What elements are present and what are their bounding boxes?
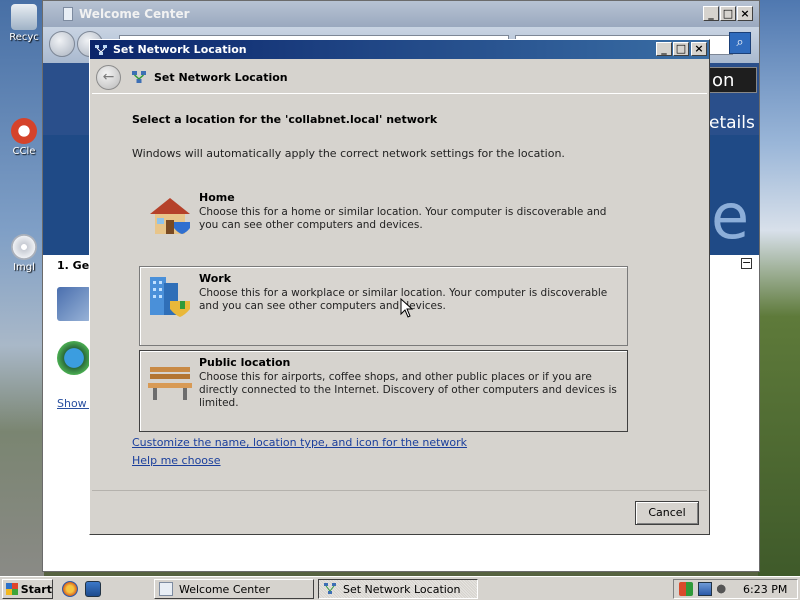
desktop-icon-imgburn[interactable]: Imgl — [4, 234, 44, 273]
set-network-location-dialog: Set Network Location _ □ × ← Set Network… — [89, 39, 710, 535]
taskbar-item-set-network-location[interactable]: Set Network Location — [318, 579, 478, 599]
option-public-title: Public location — [199, 356, 291, 369]
dialog-heading: Select a location for the 'collabnet.loc… — [132, 113, 438, 126]
dialog-description: Windows will automatically apply the cor… — [132, 147, 565, 160]
windows-e-graphic: e — [711, 180, 750, 253]
taskbar-item-label: Welcome Center — [179, 582, 270, 596]
dialog-header: ← Set Network Location — [92, 61, 707, 93]
house-icon — [150, 198, 190, 234]
park-bench-icon — [148, 367, 192, 400]
dialog-close-button[interactable]: × — [691, 42, 707, 56]
windows-logo-icon — [6, 583, 18, 595]
option-public-description: Choose this for airports, coffee shops, … — [199, 371, 617, 409]
start-button[interactable]: Start — [2, 579, 53, 599]
start-label: Start — [20, 582, 52, 596]
office-building-icon — [150, 277, 190, 317]
network-icon — [132, 71, 146, 83]
window-icon — [63, 7, 73, 21]
network-tray-icon[interactable] — [698, 582, 712, 596]
dialog-back-button[interactable]: ← — [96, 64, 121, 90]
desktop-icon-label: Recyc — [9, 32, 39, 43]
dialog-titlebar[interactable]: Set Network Location — [90, 40, 709, 59]
taskbar-item-welcome-center[interactable]: Welcome Center — [154, 579, 314, 599]
help-me-choose-link[interactable]: Help me choose — [132, 454, 221, 467]
clock: 6:23 PM — [743, 582, 788, 596]
search-icon[interactable]: ⌕ — [729, 32, 751, 54]
details-link[interactable]: etails — [709, 113, 755, 133]
show-desktop-icon[interactable] — [85, 581, 101, 597]
dialog-header-title: Set Network Location — [154, 70, 288, 84]
option-work[interactable]: Work Choose this for a workplace or simi… — [139, 266, 628, 346]
computer-icon — [57, 287, 91, 321]
dialog-minimize-button[interactable]: _ — [656, 42, 672, 56]
globe-arrow-icon — [57, 341, 91, 375]
option-public-location[interactable]: Public location Choose this for airports… — [139, 350, 628, 432]
desktop-icon-label: Imgl — [13, 262, 35, 273]
banner-button[interactable]: on — [707, 67, 757, 93]
taskbar: Start Welcome Center Set Network Locatio… — [0, 576, 800, 600]
collapse-icon[interactable]: − — [741, 257, 752, 269]
cancel-button[interactable]: Cancel — [635, 501, 699, 525]
mouse-cursor-icon — [400, 298, 414, 318]
back-button[interactable] — [49, 31, 75, 57]
dialog-content: Select a location for the 'collabnet.loc… — [92, 93, 707, 491]
option-home[interactable]: Home Choose this for a home or similar l… — [139, 185, 628, 247]
network-icon — [95, 44, 107, 55]
maximize-button[interactable]: □ — [720, 6, 736, 21]
option-home-description: Choose this for a home or similar locati… — [199, 206, 607, 231]
disc-icon — [11, 234, 37, 260]
close-button[interactable]: × — [737, 6, 753, 21]
recycle-bin-icon — [11, 4, 37, 30]
network-icon — [324, 583, 336, 594]
welcome-center-title: Welcome Center — [79, 7, 190, 21]
dialog-title: Set Network Location — [113, 43, 247, 56]
taskbar-item-label: Set Network Location — [343, 582, 461, 596]
desktop-icon-ccleaner[interactable]: CCle — [4, 118, 44, 157]
dialog-maximize-button[interactable]: □ — [673, 42, 689, 56]
option-work-title: Work — [199, 272, 232, 285]
firefox-icon[interactable] — [62, 581, 78, 597]
volume-icon[interactable] — [717, 582, 731, 596]
desktop-wallpaper-right — [758, 0, 800, 576]
desktop-icon-label: CCle — [12, 146, 36, 157]
security-shield-icon[interactable] — [679, 582, 693, 596]
desktop-wallpaper-left — [0, 0, 44, 576]
window-icon — [159, 582, 173, 596]
option-home-title: Home — [199, 191, 235, 204]
ccleaner-icon — [11, 118, 37, 144]
desktop-icon-recycle-bin[interactable]: Recyc — [4, 4, 44, 43]
welcome-center-titlebar[interactable]: Welcome Center — [43, 1, 759, 27]
customize-network-link[interactable]: Customize the name, location type, and i… — [132, 436, 467, 449]
system-tray: 6:23 PM — [673, 579, 798, 599]
minimize-button[interactable]: _ — [703, 6, 719, 21]
